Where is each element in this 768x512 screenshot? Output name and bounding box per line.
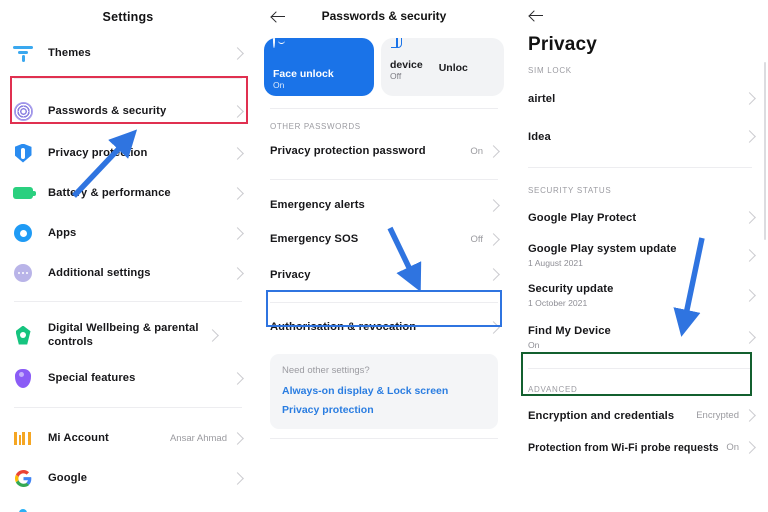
annotation-blue-arrow [72,129,138,198]
privacy-panel: Privacy SIM LOCK airtel Idea SECURITY ST… [512,0,768,512]
passwords-security-panel: Passwords & security Face unlock On devi… [256,0,512,512]
annotation-blue-arrow [387,226,422,292]
annotation-blue-arrow [673,237,705,337]
settings-panel: Settings Themes Passwords & security Pri… [0,0,256,512]
three-panel-tutorial-screenshot: Settings Themes Passwords & security Pri… [0,0,768,512]
